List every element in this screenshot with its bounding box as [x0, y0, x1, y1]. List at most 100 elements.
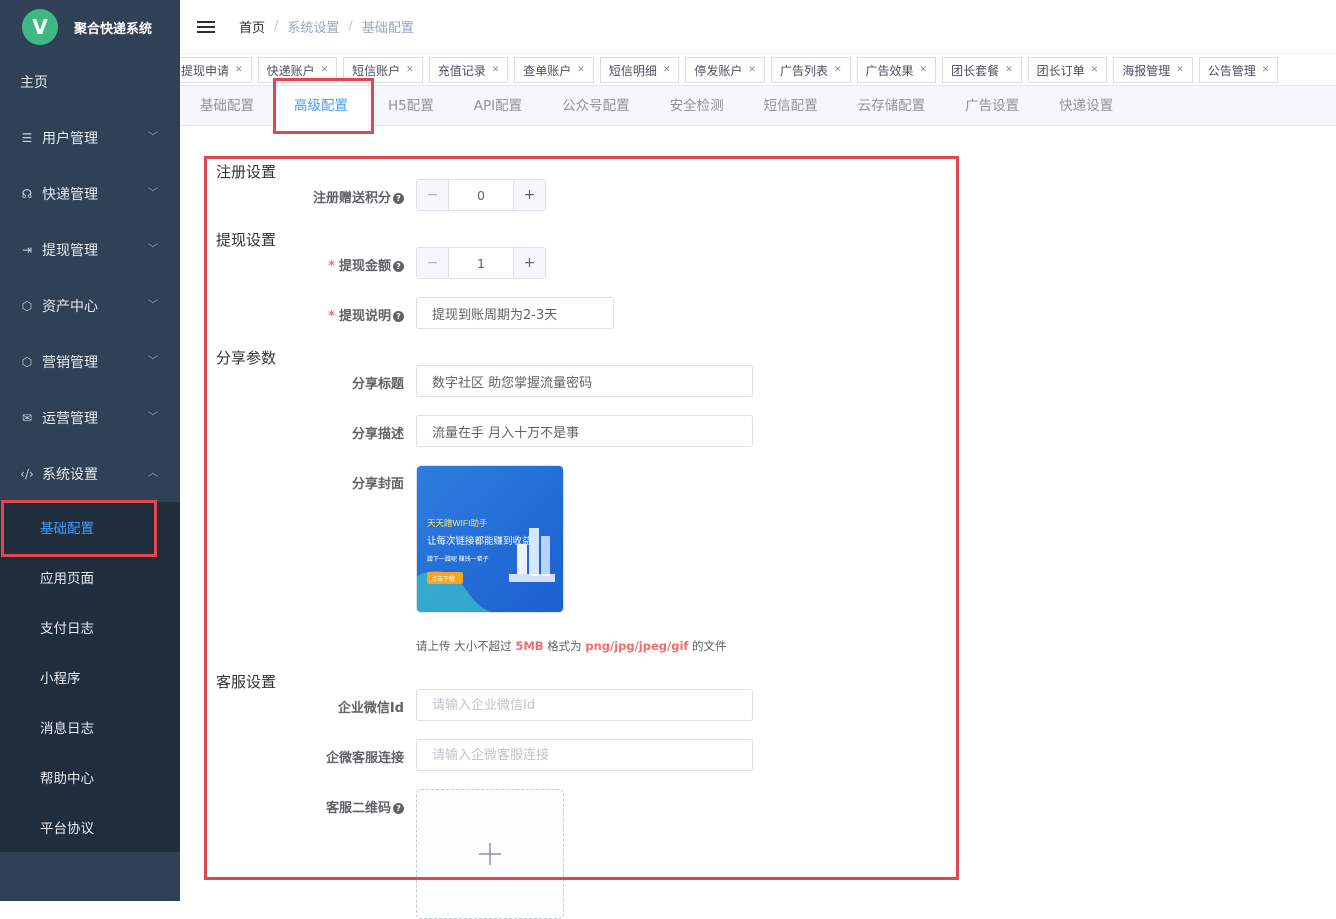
breadcrumb: 首页 / 系统设置 / 基础配置: [239, 17, 414, 36]
stepper-value[interactable]: 0: [449, 180, 513, 210]
close-icon[interactable]: ✕: [321, 65, 329, 75]
sidebar-item-label: 用户管理: [42, 131, 98, 147]
cube-icon: ⬡: [21, 299, 33, 313]
close-icon[interactable]: ✕: [748, 65, 756, 75]
menu-toggle-icon[interactable]: [197, 18, 215, 36]
wecom-link-input[interactable]: [416, 739, 753, 771]
tag-leader-order[interactable]: 团长订单 ✕: [1027, 57, 1108, 83]
chevron-down-icon: ﹀: [148, 188, 158, 199]
label-text: 提现金额: [338, 259, 391, 274]
share-title-input[interactable]: [416, 365, 753, 397]
label-text: 提现说明: [338, 309, 391, 324]
close-icon[interactable]: ✕: [492, 65, 500, 75]
sidebar-subitem-app-pages[interactable]: 应用页面: [0, 552, 180, 602]
sidebar-item-label: 运营管理: [42, 411, 98, 427]
tag-express-account[interactable]: 快递账户 ✕: [257, 57, 338, 83]
qr-upload-area[interactable]: [416, 789, 564, 919]
close-icon[interactable]: ✕: [834, 65, 842, 75]
breadcrumb-system: 系统设置: [287, 21, 340, 36]
upload-hint: 请上传 大小不超过 5MB 格式为 png/jpg/jpeg/gif 的文件: [416, 638, 727, 654]
tag-notice[interactable]: 公告管理 ✕: [1198, 57, 1279, 83]
close-icon[interactable]: ✕: [406, 65, 414, 75]
close-icon[interactable]: ✕: [1262, 65, 1270, 75]
tags-view: 提现申请 ✕ 快递账户 ✕ 短信账户 ✕ 充值记录 ✕ 查单账户 ✕ 短信明细 ✕ 停发账户…: [180, 54, 1336, 86]
tab-h5[interactable]: H5配置: [368, 86, 454, 126]
cube-icon: ⬡: [21, 355, 33, 369]
close-icon[interactable]: ✕: [920, 65, 928, 75]
close-icon[interactable]: ✕: [235, 65, 243, 75]
withdraw-amount-stepper[interactable]: − 1 +: [416, 247, 546, 279]
sidebar-subitem-pay-logs[interactable]: 支付日志: [0, 602, 180, 652]
decrement-button[interactable]: −: [417, 248, 449, 278]
sidebar-item-system[interactable]: ‹/› 系统设置 ︿: [0, 446, 180, 502]
sidebar-item-marketing[interactable]: ⬡ 营销管理 ﹀: [0, 334, 180, 390]
close-icon[interactable]: ✕: [1176, 65, 1184, 75]
share-cover-image[interactable]: 天天蹭WIFI助手 让每次链接都能赚到收益 蹭下一蹭呢 赚钱一辈子 点击下载: [416, 465, 564, 613]
headset-icon: ☊: [21, 187, 33, 201]
withdraw-desc-input[interactable]: [416, 297, 614, 329]
help-icon[interactable]: ?: [393, 193, 404, 204]
wecom-id-input[interactable]: [416, 689, 753, 721]
breadcrumb-current: 基础配置: [361, 21, 414, 36]
help-icon[interactable]: ?: [393, 261, 404, 272]
help-icon[interactable]: ?: [393, 311, 404, 322]
tag-label: 短信明细: [608, 63, 657, 78]
sidebar-subitem-basic-config[interactable]: 基础配置: [0, 502, 180, 552]
logo-icon: V: [22, 9, 58, 45]
close-icon[interactable]: ✕: [577, 65, 585, 75]
app-title: 聚合快递系统: [74, 21, 153, 37]
sidebar-item-home[interactable]: 主页: [0, 54, 180, 110]
tag-ad-effect[interactable]: 广告效果 ✕: [856, 57, 937, 83]
tag-withdraw-apply[interactable]: 提现申请 ✕: [180, 57, 252, 83]
tag-leader-package[interactable]: 团长套餐 ✕: [942, 57, 1022, 83]
stepper-value[interactable]: 1: [449, 248, 513, 278]
chevron-up-icon: ︿: [148, 468, 158, 479]
tab-sms[interactable]: 短信配置: [744, 86, 838, 126]
close-icon[interactable]: ✕: [663, 65, 671, 75]
close-icon[interactable]: ✕: [1091, 65, 1099, 75]
tag-query-account[interactable]: 查单账户 ✕: [514, 57, 594, 83]
sidebar-subitem-help-center[interactable]: 帮助中心: [0, 752, 180, 802]
share-cover-label: 分享封面: [351, 477, 404, 492]
cover-text: 点击下载: [431, 575, 455, 583]
sidebar-subitem-miniprogram[interactable]: 小程序: [0, 652, 180, 702]
hint-size: 5MB: [515, 639, 544, 653]
sidebar-item-operations[interactable]: ✉ 运营管理 ﹀: [0, 390, 180, 446]
tab-official-account[interactable]: 公众号配置: [542, 86, 650, 126]
tag-poster[interactable]: 海报管理 ✕: [1113, 57, 1193, 83]
increment-button[interactable]: +: [513, 248, 545, 278]
cover-text: 天天蹭WIFI助手: [427, 518, 488, 528]
increment-button[interactable]: +: [513, 180, 545, 210]
help-icon[interactable]: ?: [393, 803, 404, 814]
sidebar-item-assets[interactable]: ⬡ 资产中心 ﹀: [0, 278, 180, 334]
cover-text: 蹭下一蹭呢 赚钱一辈子: [427, 555, 489, 563]
tab-ads[interactable]: 广告设置: [945, 86, 1039, 126]
section-share-title: 分享参数: [216, 349, 277, 367]
register-points-stepper[interactable]: − 0 +: [416, 179, 546, 211]
tab-cloud-storage[interactable]: 云存储配置: [838, 86, 946, 126]
sidebar-subitem-message-logs[interactable]: 消息日志: [0, 702, 180, 752]
tag-label: 广告效果: [865, 63, 914, 78]
withdraw-icon: ⇥: [21, 243, 33, 257]
tag-ad-list[interactable]: 广告列表 ✕: [770, 57, 851, 83]
close-icon[interactable]: ✕: [1005, 65, 1013, 75]
sidebar-item-users[interactable]: ☰ 用户管理 ﹀: [0, 110, 180, 166]
chevron-down-icon: ﹀: [148, 132, 158, 143]
tag-sms-account[interactable]: 短信账户 ✕: [343, 57, 423, 83]
tag-stop-account[interactable]: 停发账户 ✕: [685, 57, 765, 83]
tab-api[interactable]: API配置: [454, 86, 542, 126]
tag-sms-detail[interactable]: 短信明细 ✕: [599, 57, 680, 83]
sidebar-subitem-agreement[interactable]: 平台协议: [0, 802, 180, 852]
sidebar-item-withdraw[interactable]: ⇥ 提现管理 ﹀: [0, 222, 180, 278]
tag-recharge[interactable]: 充值记录 ✕: [428, 57, 509, 83]
sidebar-item-express[interactable]: ☊ 快递管理 ﹀: [0, 166, 180, 222]
tag-label: 短信账户: [352, 63, 401, 78]
share-desc-input[interactable]: [416, 415, 753, 447]
decrement-button[interactable]: −: [417, 180, 449, 210]
tab-advanced[interactable]: 高级配置: [274, 85, 368, 126]
breadcrumb-home[interactable]: 首页: [239, 17, 265, 36]
tab-basic[interactable]: 基础配置: [180, 86, 274, 126]
tab-express[interactable]: 快递设置: [1039, 86, 1133, 126]
list-icon: ☰: [21, 131, 33, 145]
tab-security[interactable]: 安全检测: [650, 86, 744, 126]
